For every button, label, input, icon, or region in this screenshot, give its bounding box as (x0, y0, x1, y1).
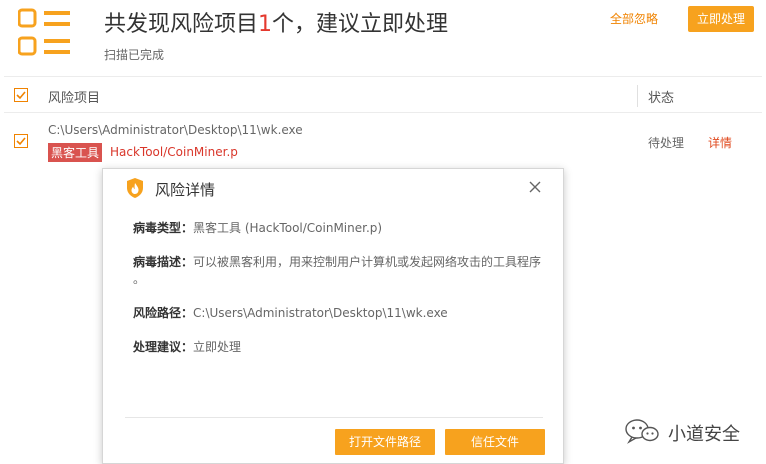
page-title: 共发现风险项目1个，建议立即处理 (104, 6, 448, 38)
dialog-header: 风险详情 (103, 169, 563, 207)
virus-type-label: 病毒类型： (133, 221, 194, 235)
wechat-icon (625, 419, 659, 444)
virus-desc-tail: 。 (133, 272, 146, 286)
risk-path-value: C:\Users\Administrator\Desktop\11\wk.exe (193, 306, 448, 320)
column-header-status: 状态 (648, 91, 675, 106)
risk-path-line: 风险路径：C:\Users\Administrator\Desktop\11\w… (133, 304, 448, 321)
handle-all-button[interactable]: 立即处理 (688, 6, 754, 32)
advice-line: 处理建议：立即处理 (133, 338, 241, 355)
check-icon (16, 137, 26, 146)
advice-value: 立即处理 (193, 340, 242, 354)
dialog-title: 风险详情 (155, 181, 216, 199)
table-header: 风险项目 状态 (4, 76, 762, 113)
watermark: 小道安全 (624, 418, 750, 445)
check-icon (16, 91, 26, 100)
virus-desc-line: 病毒描述：可以被黑客利用，用来控制用户计算机或发起网络攻击的工具程序 (133, 253, 541, 270)
header: 共发现风险项目1个，建议立即处理 扫描已完成 全部忽略 立即处理 (0, 0, 766, 76)
risk-detail-dialog: 风险详情 病毒类型：黑客工具 (HackTool/CoinMiner.p) 病毒… (102, 168, 564, 464)
trust-file-button[interactable]: 信任文件 (445, 429, 545, 455)
row-checkbox[interactable] (14, 134, 28, 148)
column-divider[interactable] (637, 85, 638, 107)
watermark-text: 小道安全 (668, 424, 740, 445)
risk-category-badge: 黑客工具 (48, 143, 103, 162)
title-suffix: 个，建议立即处理 (272, 12, 449, 37)
scan-status: 扫描已完成 (104, 48, 165, 62)
open-file-path-button[interactable]: 打开文件路径 (335, 429, 435, 455)
list-icon (18, 8, 70, 56)
virus-type-line: 病毒类型：黑客工具 (HackTool/CoinMiner.p) (133, 219, 382, 236)
risk-count: 1 (258, 12, 273, 37)
shield-flame-icon (127, 178, 143, 198)
risk-file-path: C:\Users\Administrator\Desktop\11\wk.exe (48, 123, 303, 137)
advice-label: 处理建议： (133, 340, 194, 354)
risk-path-label: 风险路径： (133, 306, 194, 320)
select-all-checkbox[interactable] (14, 88, 28, 102)
virus-desc-value: 可以被黑客利用，用来控制用户计算机或发起网络攻击的工具程序 (193, 255, 542, 269)
virus-name: HackTool/CoinMiner.p (110, 145, 238, 159)
column-header-risk: 风险项目 (48, 91, 101, 106)
detail-link[interactable]: 详情 (708, 134, 732, 151)
dialog-divider (125, 417, 543, 418)
row-status: 待处理 (648, 136, 685, 150)
title-prefix: 共发现风险项目 (104, 12, 259, 37)
virus-desc-label: 病毒描述： (133, 255, 194, 269)
close-icon[interactable] (527, 179, 543, 195)
ignore-all-link[interactable]: 全部忽略 (610, 10, 658, 27)
virus-type-value: 黑客工具 (HackTool/CoinMiner.p) (193, 221, 383, 235)
